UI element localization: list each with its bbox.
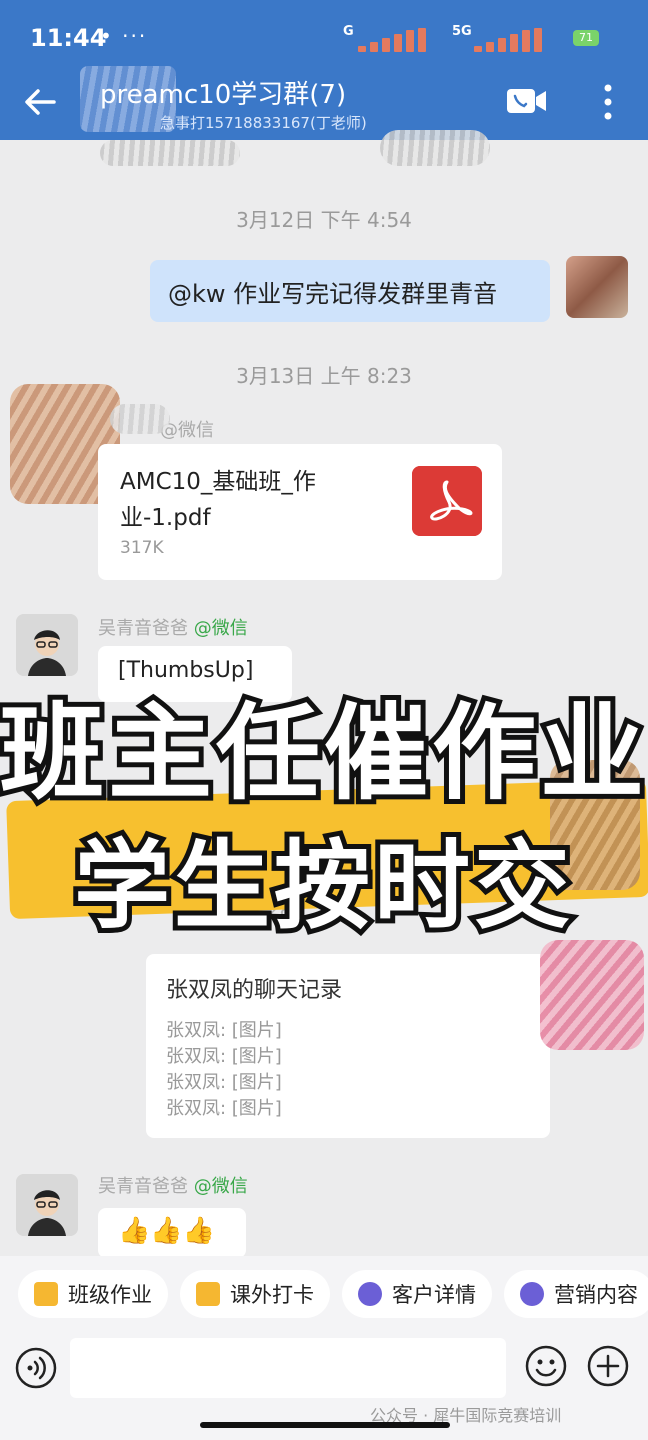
quick-action-customer[interactable]: 客户详情 <box>342 1270 492 1318</box>
chat-record-title: 张双凤的聊天记录 <box>166 978 343 1003</box>
overlay-subtitle: 学生按时交 <box>69 825 575 947</box>
quick-action-checkin[interactable]: 课外打卡 <box>180 1270 330 1318</box>
sender-name: 吴青音爸爸 @微信 <box>98 614 248 640</box>
sender-wx-tag: @微信 <box>193 1176 248 1197</box>
quick-action-homework[interactable]: 班级作业 <box>18 1270 168 1318</box>
overlay-title: 班主任催作业 <box>0 687 648 819</box>
avatar[interactable] <box>16 1174 78 1236</box>
sender-name-text: 吴青音爸爸 <box>98 1176 188 1197</box>
sender-name-text: 吴青音爸爸 <box>98 618 188 639</box>
redacted-scribble <box>110 404 170 434</box>
chat-subtitle: 急事打15718833167(丁老师) <box>160 114 367 132</box>
voice-icon[interactable] <box>14 1346 58 1390</box>
file-message[interactable]: AMC10_基础班_作业-1.pdf 317K <box>98 444 502 580</box>
file-name: AMC10_基础班_作业-1.pdf <box>120 469 316 531</box>
avatar[interactable] <box>540 940 644 1050</box>
quick-action-label: 营销内容 <box>554 1283 638 1307</box>
signal-5g-icon <box>474 28 542 52</box>
quick-action-label: 客户详情 <box>392 1283 476 1307</box>
chat-record-line: 张双凤: [图片] <box>166 1020 282 1041</box>
chat-record-line: 张双凤: [图片] <box>166 1046 282 1067</box>
input-bar: 公众号 · 犀牛国际竞赛培训 <box>0 1332 648 1440</box>
pdf-icon <box>412 466 482 536</box>
quick-action-label: 班级作业 <box>68 1283 152 1307</box>
message-bubble-outgoing[interactable]: @kw 作业写完记得发群里青音 <box>150 260 550 322</box>
emoji-icon[interactable] <box>524 1344 568 1388</box>
signal-icon <box>358 28 426 52</box>
message-text: @kw 作业写完记得发群里青音 <box>168 280 498 308</box>
chat-record-line: 张双凤: [图片] <box>166 1072 282 1093</box>
timestamp: 3月12日 下午 4:54 <box>236 208 412 232</box>
avatar[interactable] <box>16 614 78 676</box>
status-notification-dots: • ··· <box>100 24 148 48</box>
network-g-label: G <box>343 24 354 39</box>
network-5g-label: 5G <box>452 24 472 39</box>
redacted-scribble <box>100 140 240 166</box>
chat-record-message[interactable]: 张双凤的聊天记录 张双凤: [图片] 张双凤: [图片] 张双凤: [图片] 张… <box>146 954 550 1138</box>
checkin-icon <box>196 1282 220 1306</box>
chat-title: preamc10学习群(7) <box>100 80 347 110</box>
status-time: 11:44 <box>30 24 107 52</box>
top-bar: 11:44 • ··· G 5G 71 preamc10学习群(7) 急事打15… <box>0 0 648 140</box>
plus-icon[interactable] <box>586 1344 630 1388</box>
quick-action-label: 课外打卡 <box>230 1283 314 1307</box>
quick-action-bar: 班级作业 课外打卡 客户详情 营销内容 <box>0 1256 648 1332</box>
message-bubble[interactable]: 👍👍👍 <box>98 1208 246 1258</box>
more-vertical-icon[interactable] <box>598 82 618 122</box>
homework-icon <box>34 1282 58 1306</box>
status-bar: 11:44 • ··· G 5G 71 <box>0 0 648 70</box>
chat-record-line: 张双凤: [图片] <box>166 1098 282 1119</box>
video-call-icon[interactable] <box>506 86 548 116</box>
redacted-scribble <box>380 130 490 166</box>
battery-icon: 71 <box>573 30 599 46</box>
quick-action-marketing[interactable]: 营销内容 <box>504 1270 648 1318</box>
customer-icon <box>358 1282 382 1306</box>
avatar[interactable] <box>566 256 628 318</box>
message-input[interactable] <box>70 1338 506 1398</box>
sender-name: 吴青音爸爸 @微信 <box>98 1172 248 1198</box>
emoji-message: 👍👍👍 <box>118 1216 216 1246</box>
marketing-icon <box>520 1282 544 1306</box>
sender-wx-tag: @微信 <box>193 618 248 639</box>
home-indicator[interactable] <box>200 1422 450 1428</box>
file-size: 317K <box>120 538 164 558</box>
arrow-left-icon[interactable] <box>22 84 58 120</box>
